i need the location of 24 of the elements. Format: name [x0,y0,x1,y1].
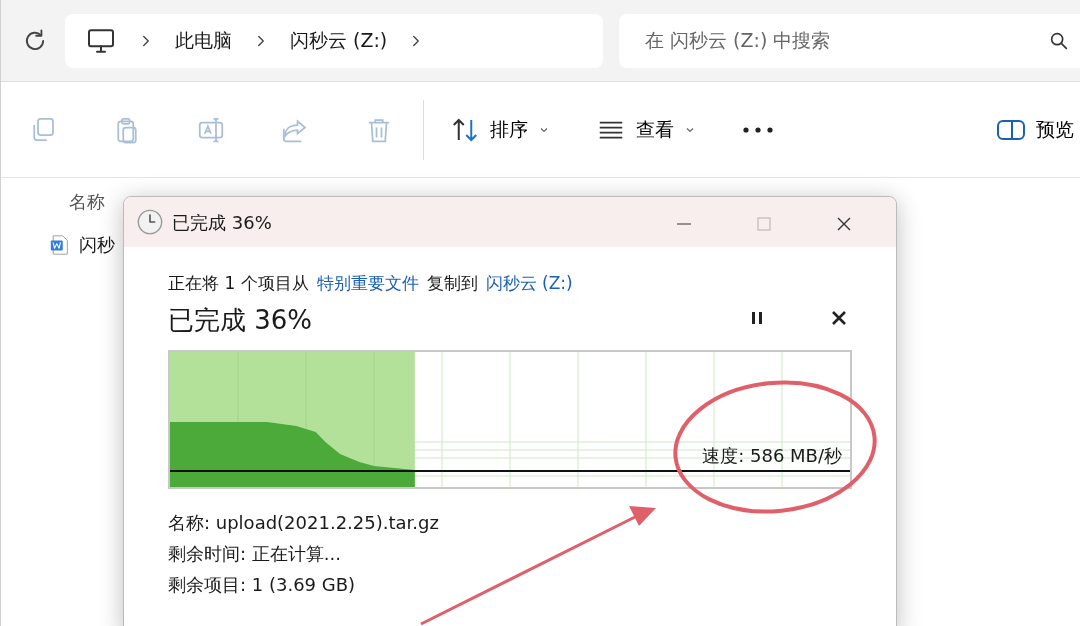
window-title: 已完成 36% [172,210,272,235]
search-box[interactable]: 在 闪秒云 (Z:) 中搜索 [619,13,1080,68]
sort-menu[interactable]: 排序 [444,110,556,149]
file-name[interactable]: 闪秒 [79,231,115,258]
description-text: 正在将 1 个项目从 [168,272,309,295]
minimize-icon [677,222,691,225]
detail-text: 剩余时间: 正在计算... [168,541,342,566]
search-field[interactable]: 在 闪秒云 (Z:) 中搜索 [643,25,1048,56]
document-icon [49,232,71,257]
detail-text: 名称: upload(2021.2.25).tar.gz [168,510,440,535]
speed-text: 速度: 586 MB/秒 [702,443,842,468]
source-link[interactable]: 特别重要文件 [316,271,419,297]
column-header[interactable]: 名称 [69,188,105,215]
view-menu[interactable]: 查看 [590,110,702,149]
progress-heading: 已完成 36% [168,303,313,337]
detail-text: 剩余项目: 1 (3.69 GB) [168,572,357,597]
breadcrumb-item[interactable]: 闪秒云 (Z:) [290,26,388,55]
preview-pane-icon [996,117,1026,142]
destination-link[interactable]: 闪秒云 (Z:) [485,271,573,297]
preview-button[interactable]: 预览 [990,111,1080,148]
clock-icon [136,208,164,236]
more-icon [742,125,774,134]
description-text: 复制到 [426,272,478,295]
breadcrumb-item[interactable]: 此电脑 [175,26,232,55]
